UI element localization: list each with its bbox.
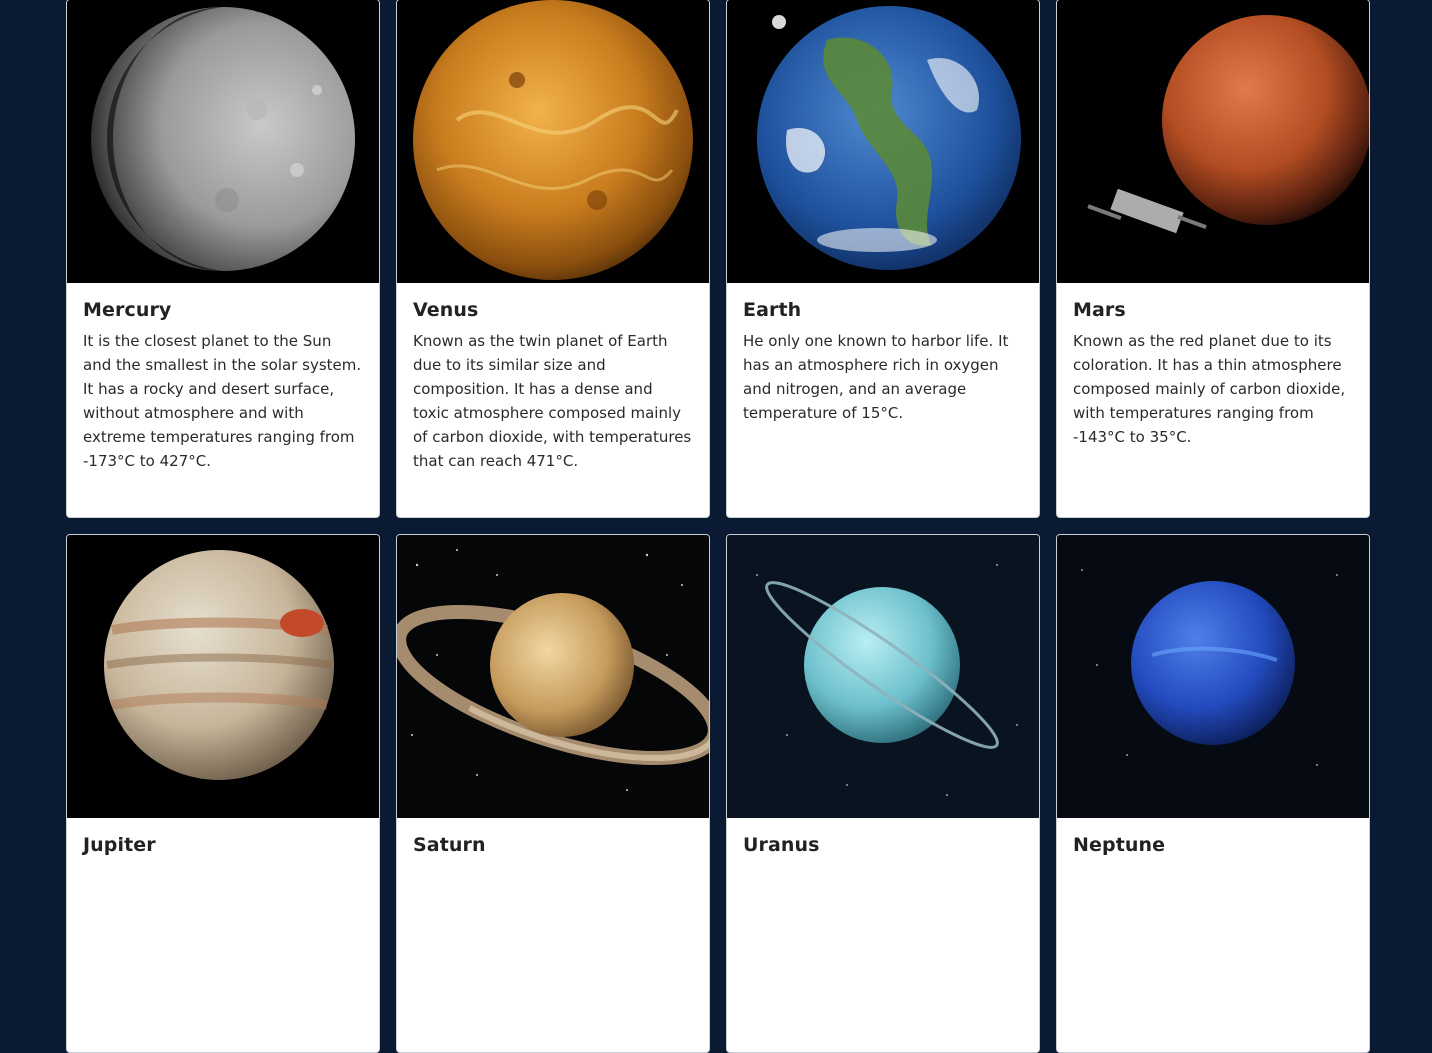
planet-title: Neptune xyxy=(1073,834,1166,856)
planet-card-neptune[interactable]: Neptune xyxy=(1056,534,1370,1053)
mercury-image xyxy=(67,0,379,283)
planet-card-mars[interactable]: Mars Known as the red planet due to its … xyxy=(1056,0,1370,518)
earth-image xyxy=(727,0,1039,283)
planet-description: Known as the red planet due to its color… xyxy=(1073,332,1346,446)
planet-card-mercury[interactable]: Mercury It is the closest planet to the … xyxy=(66,0,380,518)
uranus-image xyxy=(727,535,1039,818)
planet-description: He only one known to harbor life. It has… xyxy=(743,332,1009,422)
planet-title: Venus xyxy=(413,299,479,321)
planet-title: Uranus xyxy=(743,834,820,856)
jupiter-image xyxy=(67,535,379,818)
neptune-image xyxy=(1057,535,1369,818)
planet-title: Mars xyxy=(1073,299,1126,321)
planet-title: Jupiter xyxy=(83,834,156,856)
planet-card-saturn[interactable]: Saturn xyxy=(396,534,710,1053)
planet-title: Mercury xyxy=(83,299,172,321)
planet-description: Known as the twin planet of Earth due to… xyxy=(413,332,692,470)
planet-title: Saturn xyxy=(413,834,486,856)
planet-card-jupiter[interactable]: Jupiter xyxy=(66,534,380,1053)
venus-image xyxy=(397,0,709,283)
planet-card-uranus[interactable]: Uranus xyxy=(726,534,1040,1053)
planet-card-venus[interactable]: Venus Known as the twin planet of Earth … xyxy=(396,0,710,518)
mars-image xyxy=(1057,0,1369,283)
planet-title: Earth xyxy=(743,299,802,321)
saturn-image xyxy=(397,535,709,818)
planet-description: It is the closest planet to the Sun and … xyxy=(83,332,362,470)
planet-card-earth[interactable]: Earth He only one known to harbor life. … xyxy=(726,0,1040,518)
planet-grid: Mercury It is the closest planet to the … xyxy=(66,0,1370,1053)
